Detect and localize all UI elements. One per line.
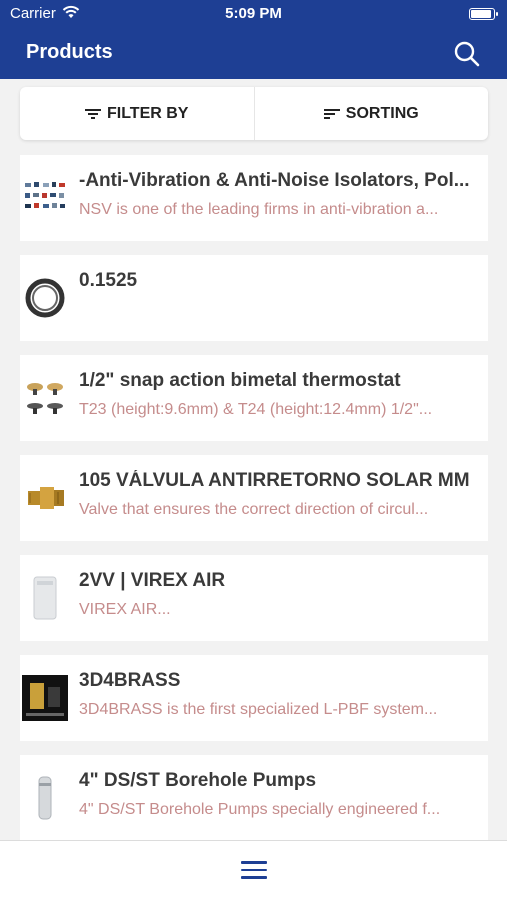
nav-bar: Products (0, 30, 507, 79)
product-thumbnail (22, 675, 68, 721)
clock: 5:09 PM (225, 5, 282, 22)
product-name: -Anti-Vibration & Anti-Noise Isolators, … (79, 170, 470, 191)
sorting-button[interactable]: SORTING (255, 87, 489, 140)
filter-icon (85, 108, 101, 119)
product-item[interactable]: -Anti-Vibration & Anti-Noise Isolators, … (20, 155, 488, 241)
sorting-label: SORTING (345, 104, 419, 122)
product-thumbnail (22, 475, 68, 521)
product-thumbnail (22, 775, 68, 821)
bottom-bar (0, 840, 507, 900)
product-thumbnail (22, 575, 68, 621)
product-description: T23 (height:9.6mm) & T24 (height:12.4mm)… (79, 401, 433, 418)
product-description: 3D4BRASS is the first specialized L-PBF … (79, 701, 438, 718)
product-item[interactable]: 4" DS/ST Borehole Pumps 4" DS/ST Borehol… (20, 755, 488, 841)
product-description: Valve that ensures the correct direction… (79, 501, 429, 518)
product-description: VIREX AIR... (79, 601, 171, 618)
product-name: 105 VÁLVULA ANTIRRETORNO SOLAR MM (79, 470, 470, 491)
page-title: Products (26, 41, 113, 63)
search-icon[interactable] (453, 40, 481, 68)
product-name: 4" DS/ST Borehole Pumps (79, 770, 317, 791)
hamburger-menu-icon[interactable] (241, 861, 267, 881)
product-item[interactable]: 3D4BRASS 3D4BRASS is the first specializ… (20, 655, 488, 741)
filter-button[interactable]: FILTER BY (20, 87, 255, 140)
product-name: 3D4BRASS (79, 670, 181, 691)
sort-icon (323, 108, 340, 119)
product-thumbnail (22, 375, 68, 421)
product-thumbnail (22, 275, 68, 321)
product-item[interactable]: 2VV | VIREX AIR VIREX AIR... (20, 555, 488, 641)
product-name: 1/2" snap action bimetal thermostat (79, 370, 401, 391)
battery-icon (469, 8, 498, 20)
product-description: 4" DS/ST Borehole Pumps specially engine… (79, 801, 441, 818)
product-item[interactable]: 0.1525 (20, 255, 488, 341)
filter-label: FILTER BY (107, 104, 189, 122)
product-description: NSV is one of the leading firms in anti-… (79, 201, 439, 218)
product-item[interactable]: 105 VÁLVULA ANTIRRETORNO SOLAR MM Valve … (20, 455, 488, 541)
product-name: 2VV | VIREX AIR (79, 570, 226, 591)
status-bar: Carrier 5:09 PM (0, 0, 507, 30)
product-name: 0.1525 (79, 270, 138, 291)
filter-sort-bar: FILTER BY SORTING (20, 87, 488, 140)
product-item[interactable]: 1/2" snap action bimetal thermostat T23 … (20, 355, 488, 441)
product-thumbnail (22, 175, 68, 221)
